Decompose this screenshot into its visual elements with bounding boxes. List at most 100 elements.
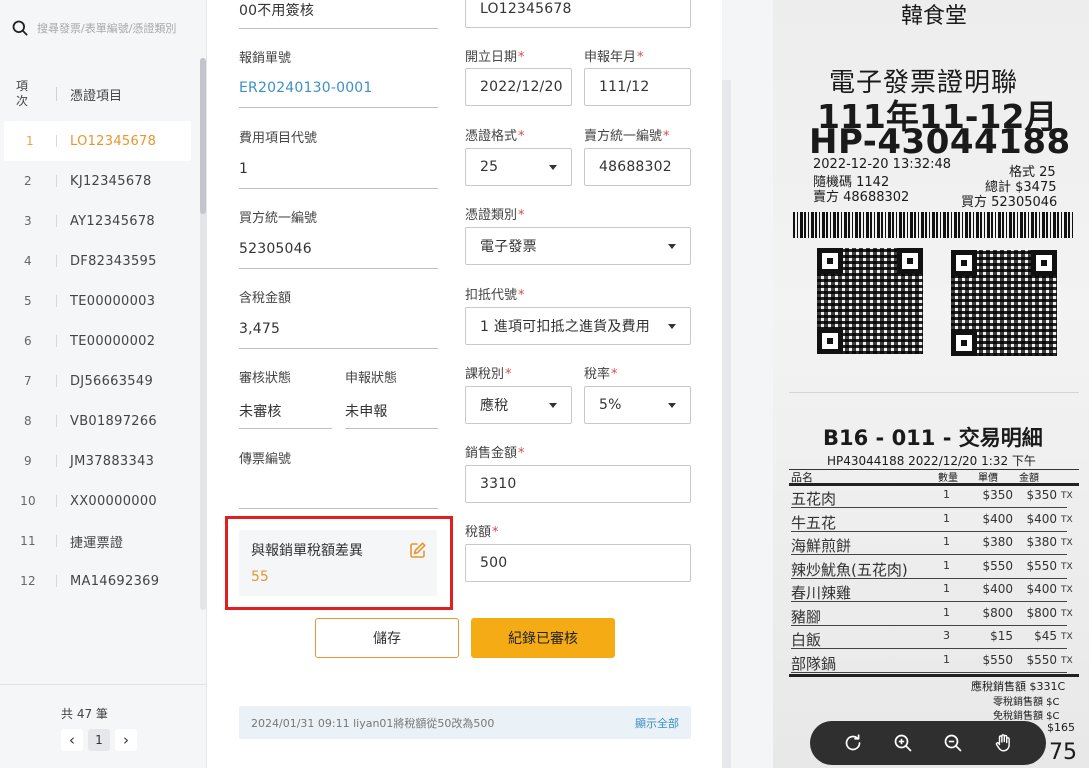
list-item[interactable]: 4 DF82343595 — [0, 241, 198, 281]
search-bar — [0, 0, 207, 56]
receipt-item-row: 春川辣雞 1 $400 $400 TX — [791, 580, 1081, 602]
receipt-item-amount: $800 — [1026, 605, 1057, 620]
invoice-number-field[interactable]: LO12345678 — [465, 0, 691, 28]
next-page-button[interactable]: › — [115, 729, 137, 751]
list-item-index: 6 — [24, 334, 32, 348]
report-no-link[interactable]: ER20240130-0001 — [239, 80, 373, 96]
receipt-item-qty: 1 — [943, 558, 950, 572]
receipt-item-rule — [791, 577, 1067, 579]
mark-reviewed-button[interactable]: 紀錄已審核 — [471, 618, 615, 658]
sales-amount-value: 3310 — [480, 476, 517, 492]
receipt-item-name: 海鮮煎餅 — [791, 537, 852, 555]
review-status-value: 未審核 — [239, 404, 282, 420]
receipt-item-taxflag: TX — [1061, 514, 1073, 525]
rotate-button[interactable] — [841, 731, 865, 755]
list-item-index: 4 — [24, 254, 32, 268]
list-item[interactable]: 10 XX00000000 — [0, 481, 198, 521]
receipt-image: 韓食堂 電子發票證明聯 111年11-12月 HP-43044188 2022-… — [773, 0, 1089, 768]
chevron-right-icon: › — [123, 731, 129, 749]
receipt-item-name: 牛五花 — [791, 513, 837, 532]
receipt-detail-sub: HP43044188 2022/12/20 1:32 下午 — [827, 454, 1036, 468]
type-select[interactable]: 電子發票 — [465, 227, 691, 265]
receipt-col-amt: 金額 — [1019, 473, 1039, 484]
receipt-item-price: $800 — [982, 605, 1013, 620]
receipt-item-name: 部隊鍋 — [791, 654, 837, 673]
receipt-item-row: 辣炒魷魚(五花肉) 1 $550 $550 TX — [791, 557, 1081, 579]
issue-date-label: 開立日期* — [465, 50, 525, 65]
receipt-item-taxflag: TX — [1061, 538, 1073, 548]
tax-amount-field[interactable]: 500 — [465, 544, 691, 582]
list-item-separator — [56, 415, 57, 427]
list-item[interactable]: 6 TE00000002 — [0, 321, 198, 361]
list-item-separator — [56, 375, 57, 387]
receipt-item-name: 五花肉 — [791, 490, 837, 508]
sidebar-scrollbar-thumb[interactable] — [200, 58, 206, 214]
pan-button[interactable] — [991, 731, 1015, 755]
voucher-list: 1 LO12345678 2 KJ12345678 3 AY12345678 4 DF8234… — [0, 121, 198, 601]
receipt-item-rule — [791, 530, 1067, 532]
receipt-item-name: 春川辣雞 — [791, 584, 852, 602]
deduct-label: 扣抵代號* — [465, 288, 525, 303]
list-item[interactable]: 8 VB01897266 — [0, 401, 198, 441]
receipt-item-row: 部隊鍋 1 $550 $550 TX — [791, 651, 1081, 673]
format-select[interactable]: 25 — [465, 148, 572, 186]
form-scrollbar-top — [722, 0, 731, 80]
list-item[interactable]: 5 TE00000003 — [0, 281, 198, 321]
list-item-label: KJ12345678 — [70, 173, 152, 189]
prev-page-button[interactable]: ‹ — [61, 729, 83, 751]
list-item[interactable]: 9 JM37883343 — [0, 441, 198, 481]
zoom-in-button[interactable] — [891, 731, 915, 755]
viewer-toolbar — [810, 721, 1046, 765]
list-item-separator — [56, 255, 57, 267]
receipt-item-row: 白飯 3 $15 $45 TX — [791, 627, 1081, 649]
save-button[interactable]: 儲存 — [315, 618, 459, 658]
col-item-header: 憑證項目 — [70, 88, 123, 104]
issue-date-value: 2022/12/20 — [480, 79, 563, 95]
list-item[interactable]: 1 LO12345678 — [4, 121, 191, 161]
issue-date-field[interactable]: 2022/12/20 — [465, 68, 572, 106]
buyer-id-underline — [239, 268, 438, 269]
buyer-id-value: 52305046 — [239, 241, 312, 257]
report-no-underline — [239, 107, 438, 108]
search-input[interactable] — [37, 21, 197, 35]
receipt-qr-left — [817, 248, 923, 354]
deduct-select[interactable]: 1 進項可扣抵之進貨及費用 — [465, 307, 691, 345]
list-item-index: 9 — [24, 454, 32, 468]
list-item-separator — [56, 455, 57, 467]
edit-icon[interactable] — [409, 541, 427, 559]
tax-type-select[interactable]: 應稅 — [465, 386, 572, 424]
list-item-separator — [56, 175, 57, 187]
voucher-no-underline — [239, 508, 438, 509]
form-scrollbar[interactable] — [722, 80, 731, 768]
receipt-item-price: $400 — [982, 511, 1013, 526]
sales-label: 銷售金額* — [465, 446, 525, 461]
list-item-label: AY12345678 — [70, 213, 155, 229]
report-status-label: 申報狀態 — [345, 371, 398, 386]
zoom-out-button[interactable] — [941, 731, 965, 755]
receipt-item-taxflag: TX — [1061, 561, 1073, 572]
show-all-link[interactable]: 顯示全部 — [635, 715, 679, 731]
list-item[interactable]: 12 MA14692369 — [0, 561, 198, 601]
list-item-label: LO12345678 — [70, 133, 157, 149]
list-item[interactable]: 7 DJ56663549 — [0, 361, 198, 401]
report-ym-field[interactable]: 111/12 — [584, 68, 691, 106]
list-item-separator — [56, 535, 57, 547]
tax-diff-label: 與報銷單稅額差異 — [251, 543, 363, 559]
receipt-item-amount: $550 — [1026, 652, 1057, 667]
receipt-foot-rule — [789, 674, 1079, 677]
page-number-current[interactable]: 1 — [88, 729, 110, 751]
caret-down-icon — [668, 324, 676, 329]
list-item[interactable]: 3 AY12345678 — [0, 201, 198, 241]
list-item-separator — [56, 335, 57, 347]
list-item[interactable]: 2 KJ12345678 — [0, 161, 198, 201]
receipt-viewer[interactable]: 韓食堂 電子發票證明聯 111年11-12月 HP-43044188 2022-… — [773, 0, 1089, 768]
report-no-label: 報銷單號 — [239, 51, 292, 66]
list-item-index: 2 — [24, 174, 32, 188]
sales-amount-field[interactable]: 3310 — [465, 465, 691, 503]
receipt-item-name: 白飯 — [791, 631, 822, 649]
receipt-item-name: 辣炒魷魚(五花肉) — [791, 560, 908, 579]
tax-rate-select[interactable]: 5% — [584, 386, 691, 424]
tax-type-value: 應稅 — [480, 398, 509, 414]
list-item[interactable]: 11 捷運票證 — [0, 521, 198, 561]
seller-id-field[interactable]: 48688302 — [584, 148, 691, 186]
